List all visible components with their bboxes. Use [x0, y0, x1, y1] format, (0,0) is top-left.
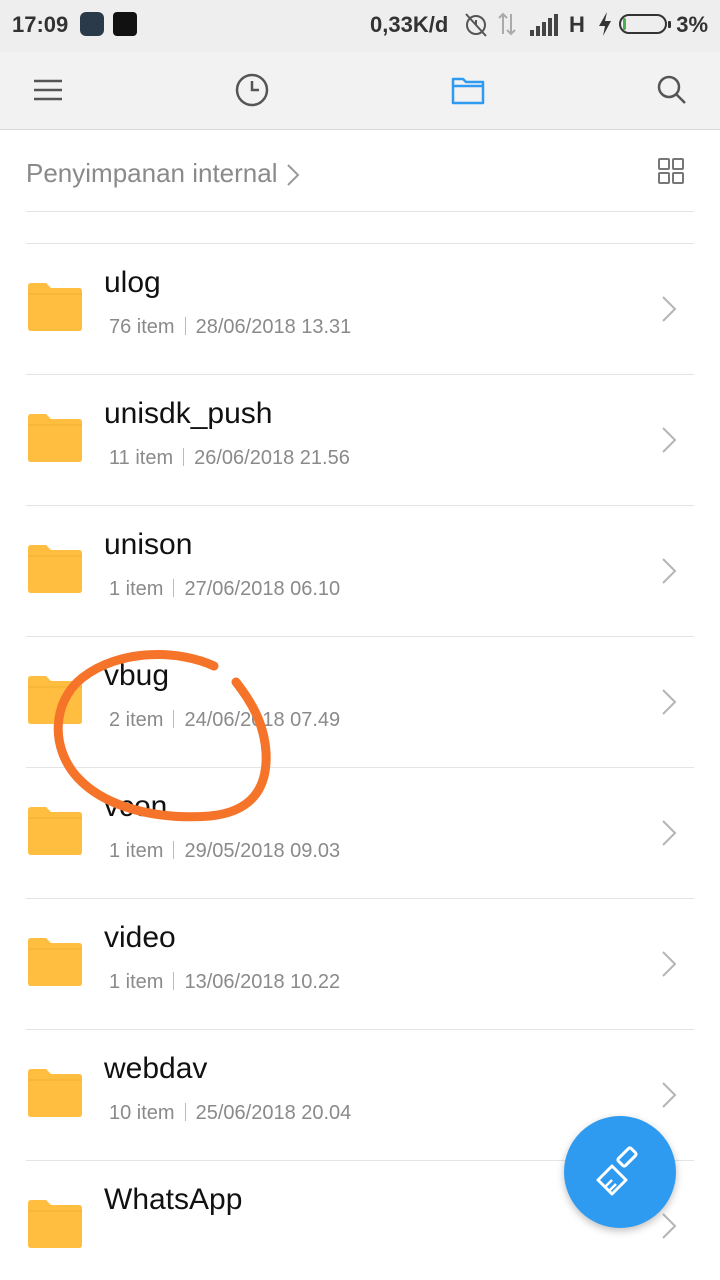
- folder-meta: 76 item 28/06/2018 13.31: [109, 316, 351, 339]
- chevron-right-icon: [662, 558, 677, 584]
- app-notification-icon: [113, 12, 137, 36]
- chevron-right-icon: [662, 1082, 677, 1108]
- folder-icon: [28, 807, 82, 855]
- folder-name: webdav: [104, 1052, 208, 1085]
- status-time: 17:09: [12, 12, 69, 37]
- folder-meta: 1 item 29/05/2018 09.03: [109, 840, 340, 863]
- search-icon[interactable]: [652, 70, 692, 110]
- breadcrumb-bar: Penyimpanan internal: [0, 130, 720, 212]
- folder-row[interactable]: vbug 2 item 24/06/2018 07.49: [0, 637, 720, 768]
- status-bar: 17:09 0,33K/d H 3%: [0, 0, 720, 52]
- folder-row[interactable]: unison 1 item 27/06/2018 06.10: [0, 506, 720, 637]
- folder-name: unison: [104, 528, 193, 561]
- folder-row[interactable]: video 1 item 13/06/2018 10.22: [0, 899, 720, 1030]
- folder-name: unisdk_push: [104, 397, 273, 430]
- item-count: 10 item: [109, 1102, 175, 1124]
- item-count: 2 item: [109, 709, 164, 731]
- recent-icon[interactable]: [232, 70, 272, 110]
- folder-meta: 10 item 25/06/2018 20.04: [109, 1102, 351, 1125]
- folder-meta: 1 item 13/06/2018 10.22: [109, 971, 340, 994]
- folder-icon: [28, 1200, 82, 1248]
- battery-percent: 3%: [676, 12, 708, 37]
- folder-name: vcon: [104, 790, 168, 823]
- folder-icon: [28, 283, 82, 331]
- chevron-right-icon: [286, 164, 299, 186]
- grid-view-icon[interactable]: [658, 158, 684, 184]
- meta-separator: [173, 972, 175, 990]
- meta-separator: [184, 317, 186, 335]
- chevron-right-icon: [662, 427, 677, 453]
- clean-button[interactable]: [564, 1116, 676, 1228]
- modified-date: 13/06/2018 10.22: [184, 971, 341, 993]
- breadcrumb-label: Penyimpanan internal: [26, 158, 278, 188]
- folder-icon: [28, 1069, 82, 1117]
- folder-name: vbug: [104, 659, 170, 692]
- folder-icon: [28, 414, 82, 462]
- folder-name: video: [104, 921, 176, 954]
- breadcrumb[interactable]: Penyimpanan internal: [26, 158, 300, 189]
- clean-brush-icon: [596, 1146, 638, 1196]
- chevron-right-icon: [662, 951, 677, 977]
- modified-date: 24/06/2018 07.49: [184, 709, 341, 731]
- folder-row[interactable]: unisdk_push 11 item 26/06/2018 21.56: [0, 375, 720, 506]
- folder-name: WhatsApp: [104, 1183, 243, 1216]
- menu-icon[interactable]: [28, 70, 68, 110]
- modified-date: 29/05/2018 09.03: [184, 840, 341, 862]
- modified-date: 25/06/2018 20.04: [195, 1102, 352, 1124]
- item-count: 76 item: [109, 316, 175, 338]
- chevron-right-icon: [662, 689, 677, 715]
- modified-date: 27/06/2018 06.10: [184, 578, 341, 600]
- item-count: 1 item: [109, 840, 164, 862]
- item-count: 11 item: [109, 447, 174, 469]
- charging-icon: [599, 12, 611, 36]
- folder-icon[interactable]: [448, 70, 488, 110]
- data-arrows-icon: [498, 12, 516, 36]
- item-count: 1 item: [109, 578, 164, 600]
- network-type: H: [569, 12, 585, 37]
- folder-meta: 11 item 26/06/2018 21.56: [109, 447, 350, 470]
- folder-icon: [28, 676, 82, 724]
- folder-meta: 2 item 24/06/2018 07.49: [109, 709, 340, 732]
- chevron-right-icon: [662, 820, 677, 846]
- folder-row[interactable]: ulog 76 item 28/06/2018 13.31: [0, 244, 720, 375]
- alarm-off-icon: [465, 13, 487, 37]
- item-count: 1 item: [109, 971, 164, 993]
- modified-date: 26/06/2018 21.56: [194, 447, 350, 469]
- folder-icon: [28, 938, 82, 986]
- signal-icon: [530, 14, 558, 36]
- folder-row[interactable]: 1 item09/06/2018 20.12: [0, 212, 720, 244]
- folder-name: ulog: [104, 266, 161, 299]
- meta-separator: [183, 448, 185, 466]
- network-speed: 0,33K/d: [370, 12, 449, 37]
- meta-separator: [173, 710, 175, 728]
- chevron-right-icon: [662, 296, 677, 322]
- folder-row[interactable]: vcon 1 item 29/05/2018 09.03: [0, 768, 720, 899]
- modified-date: 28/06/2018 13.31: [195, 316, 352, 338]
- app-notification-icon: [80, 12, 104, 36]
- chevron-right-icon: [662, 1213, 677, 1239]
- meta-separator: [173, 841, 175, 859]
- meta-separator: [184, 1103, 186, 1121]
- folder-icon: [28, 545, 82, 593]
- top-toolbar: [0, 52, 720, 130]
- battery-icon: [619, 14, 671, 34]
- folder-meta: 1 item 27/06/2018 06.10: [109, 578, 340, 601]
- meta-separator: [173, 579, 175, 597]
